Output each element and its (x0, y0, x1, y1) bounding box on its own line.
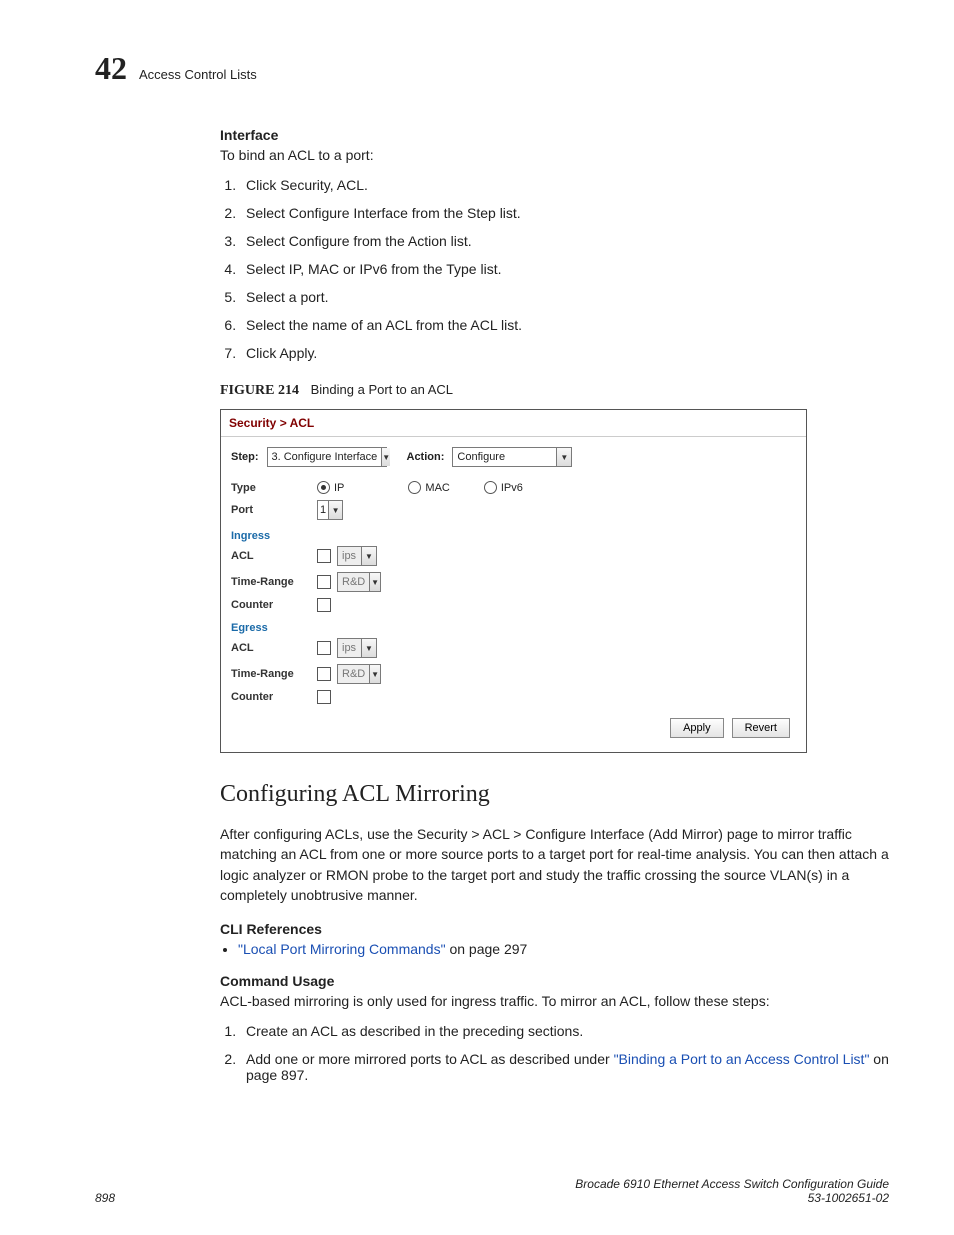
type-label: Type (231, 482, 311, 494)
type-option-ipv6: IPv6 (501, 482, 523, 494)
step-item: Click Apply. (240, 345, 889, 361)
page-number: 898 (95, 1191, 115, 1205)
cli-references-list: "Local Port Mirroring Commands" on page … (220, 941, 889, 957)
egress-timerange-select[interactable]: R&D ▼ (337, 664, 381, 684)
type-radio-mac[interactable] (408, 481, 421, 494)
interface-intro: To bind an ACL to a port: (220, 147, 889, 163)
chevron-down-icon: ▼ (369, 665, 380, 683)
step-item: Select the name of an ACL from the ACL l… (240, 317, 889, 333)
page-footer: 898 Brocade 6910 Ethernet Access Switch … (95, 1177, 889, 1205)
egress-acl-value: ips (338, 642, 361, 654)
figure-title: Binding a Port to an ACL (311, 382, 453, 397)
egress-section-label: Egress (231, 622, 796, 634)
step-item: Select a port. (240, 289, 889, 305)
ingress-section-label: Ingress (231, 530, 796, 542)
command-usage-intro: ACL-based mirroring is only used for ing… (220, 993, 889, 1009)
figure-label: FIGURE 214 (220, 383, 299, 398)
port-select[interactable]: 1 ▼ (317, 500, 343, 520)
ingress-acl-label: ACL (231, 550, 311, 562)
port-label: Port (231, 504, 311, 516)
action-select[interactable]: Configure ▼ (452, 447, 572, 467)
chevron-down-icon: ▼ (361, 639, 376, 657)
figure-breadcrumb: Security > ACL (221, 410, 806, 437)
egress-acl-label: ACL (231, 642, 311, 654)
ingress-timerange-checkbox[interactable] (317, 575, 331, 589)
step-item: Select Configure from the Action list. (240, 233, 889, 249)
egress-acl-select[interactable]: ips ▼ (337, 638, 377, 658)
usage-step-item: Create an ACL as described in the preced… (240, 1023, 889, 1039)
type-radio-ip[interactable] (317, 481, 330, 494)
usage-step2-prefix: Add one or more mirrored ports to ACL as… (246, 1051, 614, 1067)
ingress-timerange-label: Time-Range (231, 576, 311, 588)
interface-steps: Click Security, ACL. Select Configure In… (220, 177, 889, 361)
chevron-down-icon: ▼ (328, 501, 342, 519)
ingress-counter-label: Counter (231, 599, 311, 611)
running-header: 42 Access Control Lists (95, 50, 889, 87)
port-select-value: 1 (318, 504, 328, 516)
command-usage-steps: Create an ACL as described in the preced… (220, 1023, 889, 1083)
action-label: Action: (407, 451, 445, 463)
egress-timerange-checkbox[interactable] (317, 667, 331, 681)
revert-button[interactable]: Revert (732, 718, 790, 738)
ingress-acl-select[interactable]: ips ▼ (337, 546, 377, 566)
ingress-counter-checkbox[interactable] (317, 598, 331, 612)
ingress-timerange-value: R&D (338, 576, 369, 588)
chevron-down-icon: ▼ (369, 573, 380, 591)
egress-counter-label: Counter (231, 691, 311, 703)
ingress-timerange-select[interactable]: R&D ▼ (337, 572, 381, 592)
chevron-down-icon: ▼ (556, 448, 571, 466)
footer-doc-number: 53-1002651-02 (575, 1191, 889, 1205)
command-usage-heading: Command Usage (220, 973, 889, 989)
step-item: Select Configure Interface from the Step… (240, 205, 889, 221)
step-label: Step: (231, 451, 259, 463)
ingress-acl-value: ips (338, 550, 361, 562)
action-select-value: Configure (453, 451, 556, 463)
mirroring-paragraph: After configuring ACLs, use the Security… (220, 824, 889, 905)
type-option-mac: MAC (425, 482, 449, 494)
footer-doc-title: Brocade 6910 Ethernet Access Switch Conf… (575, 1177, 889, 1191)
type-option-ip: IP (334, 482, 344, 494)
cli-reference-suffix: on page 297 (446, 941, 528, 957)
chevron-down-icon: ▼ (381, 448, 390, 466)
type-radio-ipv6[interactable] (484, 481, 497, 494)
cli-reference-link[interactable]: "Local Port Mirroring Commands" (238, 941, 446, 957)
mirroring-heading: Configuring ACL Mirroring (220, 781, 889, 808)
egress-acl-checkbox[interactable] (317, 641, 331, 655)
step-select[interactable]: 3. Configure Interface ▼ (267, 447, 387, 467)
ingress-acl-checkbox[interactable] (317, 549, 331, 563)
usage-step2-link[interactable]: "Binding a Port to an Access Control Lis… (614, 1051, 870, 1067)
interface-heading: Interface (220, 127, 889, 143)
egress-timerange-label: Time-Range (231, 668, 311, 680)
step-select-value: 3. Configure Interface (268, 451, 382, 463)
figure-caption: FIGURE 214 Binding a Port to an ACL (220, 381, 889, 399)
cli-reference-item: "Local Port Mirroring Commands" on page … (238, 941, 889, 957)
chapter-number: 42 (95, 50, 127, 87)
egress-counter-checkbox[interactable] (317, 690, 331, 704)
egress-timerange-value: R&D (338, 668, 369, 680)
step-item: Click Security, ACL. (240, 177, 889, 193)
figure-214-panel: Security > ACL Step: 3. Configure Interf… (220, 409, 807, 753)
chevron-down-icon: ▼ (361, 547, 376, 565)
cli-references-heading: CLI References (220, 921, 889, 937)
chapter-name: Access Control Lists (139, 67, 257, 82)
apply-button[interactable]: Apply (670, 718, 724, 738)
usage-step-item: Add one or more mirrored ports to ACL as… (240, 1051, 889, 1083)
step-item: Select IP, MAC or IPv6 from the Type lis… (240, 261, 889, 277)
